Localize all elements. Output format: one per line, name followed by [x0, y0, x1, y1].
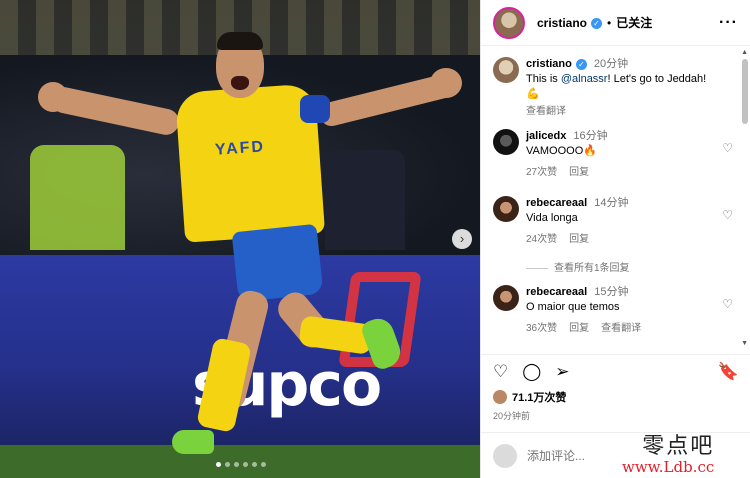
author-username[interactable]: cristiano ✓	[537, 15, 603, 30]
comment-input[interactable]: 添加评论...	[527, 447, 585, 464]
carousel-dot[interactable]	[243, 462, 248, 467]
comment-meta: 27次赞 回复	[526, 165, 716, 180]
player-left-arm	[48, 84, 182, 138]
comment-text: O maior que temos	[526, 301, 620, 313]
comment-likes[interactable]: 36次赞	[526, 323, 557, 334]
caption-text-pre: This is	[526, 73, 561, 85]
carousel-dot[interactable]	[261, 462, 266, 467]
carousel-dot[interactable]	[252, 462, 257, 467]
comment-text: Vida longa	[526, 212, 578, 224]
likes-row[interactable]: 71.1万次赞	[493, 389, 739, 405]
header-separator: •	[607, 15, 612, 30]
heart-icon[interactable]: ♡	[722, 141, 733, 155]
carousel-dot[interactable]	[225, 462, 230, 467]
comment-meta: 24次赞 回复	[526, 232, 716, 247]
caption-time: 20分钟	[593, 58, 629, 70]
comments-list[interactable]: cristiano ✓ 20分钟 This is @alnassr! Let's …	[481, 47, 741, 349]
caption-mention[interactable]: @alnassr	[561, 73, 608, 85]
player-left-hand	[38, 82, 68, 112]
post-sidebar: cristiano ✓ • 已关注 ··· cristiano ✓ 20分钟 Thi…	[480, 0, 750, 478]
comment-username[interactable]: rebecareaal	[526, 286, 587, 298]
current-user-avatar	[493, 443, 517, 468]
liker-avatar	[493, 390, 507, 404]
carousel-dot[interactable]	[216, 462, 221, 467]
comment-likes[interactable]: 24次赞	[526, 234, 557, 245]
post-timestamp: 20分钟前	[493, 411, 531, 421]
player-mouth	[231, 76, 249, 90]
bookmark-icon[interactable]: 🔖	[718, 362, 739, 382]
comment-username[interactable]: jalicedx	[526, 130, 566, 142]
player-right-hand	[430, 68, 462, 98]
jersey-text: YAFD	[214, 138, 266, 159]
caption-text: This is @alnassr! Let's go to Jeddah!	[526, 72, 716, 87]
commenter-avatar[interactable]	[493, 196, 519, 222]
post-header: cristiano ✓ • 已关注 ···	[481, 0, 750, 46]
comment-username[interactable]: rebecareaal	[526, 197, 587, 209]
comment-time: 15分钟	[594, 286, 629, 298]
action-icons: ♡ ◯ ➢ 🔖	[493, 355, 739, 389]
comment-likes[interactable]: 27次赞	[526, 167, 557, 178]
player-right-boot	[359, 314, 405, 372]
scroll-up-icon[interactable]: ▲	[741, 49, 748, 56]
reply-button[interactable]: 回复	[569, 234, 589, 245]
likes-count[interactable]: 71.1万次赞	[512, 389, 566, 405]
caption-emoji: 💪	[526, 88, 540, 100]
caption-text-post: ! Let's go to Jeddah!	[607, 73, 707, 85]
caption-username[interactable]: cristiano	[526, 58, 572, 70]
verified-icon: ✓	[575, 58, 587, 70]
comment-icon[interactable]: ◯	[522, 362, 541, 382]
captain-armband	[300, 95, 330, 123]
author-avatar[interactable]	[493, 6, 525, 39]
scroll-down-icon[interactable]: ▼	[741, 340, 748, 347]
reply-button[interactable]: 回复	[569, 167, 589, 178]
author-username-text: cristiano	[537, 15, 588, 30]
comments-scrollbar[interactable]: ▲ ▼	[741, 49, 748, 347]
follow-status-button[interactable]: 已关注	[616, 14, 652, 31]
post-actions: ♡ ◯ ➢ 🔖 71.1万次赞 20分钟前	[481, 354, 750, 430]
verified-icon: ✓	[591, 17, 603, 29]
comment-meta: 36次赞 回复 查看翻译	[526, 321, 716, 336]
translate-link[interactable]: 查看翻译	[526, 106, 566, 117]
caption-meta: 查看翻译	[526, 104, 716, 119]
carousel-dot[interactable]	[234, 462, 239, 467]
heart-icon[interactable]: ♡	[722, 297, 733, 311]
carousel-dots	[216, 462, 266, 467]
comment-text: VAMOOOO🔥	[526, 145, 597, 157]
reply-button[interactable]: 回复	[569, 323, 589, 334]
player-left-boot	[172, 430, 214, 454]
next-arrow-icon[interactable]: ›	[452, 229, 472, 249]
share-icon[interactable]: ➢	[555, 362, 569, 382]
comment-time: 14分钟	[594, 197, 629, 209]
view-replies-link[interactable]: 查看所有1条回复	[526, 259, 630, 274]
commenter-avatar[interactable]	[493, 285, 519, 311]
comment-composer[interactable]: 添加评论...	[481, 432, 750, 478]
translate-link[interactable]: 查看翻译	[601, 323, 641, 334]
commenter-avatar[interactable]	[493, 129, 519, 155]
scroll-thumb[interactable]	[742, 59, 748, 124]
heart-icon[interactable]: ♡	[722, 208, 733, 222]
caption-avatar[interactable]	[493, 57, 519, 83]
player-figure: YAFD	[0, 0, 480, 478]
more-icon[interactable]: ···	[719, 14, 738, 32]
player-hair	[217, 32, 263, 50]
heart-icon[interactable]: ♡	[493, 362, 508, 382]
comment-time: 16分钟	[573, 130, 608, 142]
post-image[interactable]: supco YAFD ›	[0, 0, 480, 478]
